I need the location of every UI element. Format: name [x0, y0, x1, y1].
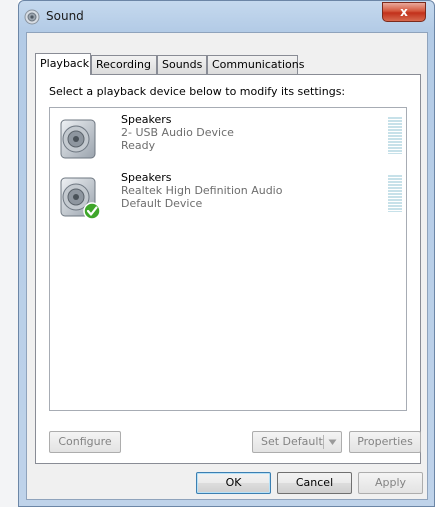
set-default-label: Set Default: [261, 435, 323, 448]
device-status: Default Device: [121, 197, 203, 210]
device-item[interactable]: Speakers Realtek High Definition Audio D…: [50, 169, 406, 225]
speaker-icon: [60, 119, 96, 159]
dialog-client-area: Playback Recording Sounds Communications…: [26, 32, 428, 500]
device-item[interactable]: Speakers 2- USB Audio Device Ready: [50, 111, 406, 167]
properties-button[interactable]: Properties: [349, 431, 421, 453]
instruction-text: Select a playback device below to modify…: [49, 85, 346, 98]
desktop-background: [0, 0, 18, 507]
playback-panel: Select a playback device below to modify…: [35, 74, 421, 464]
set-default-button[interactable]: Set Default: [252, 431, 342, 453]
tab-communications[interactable]: Communications: [207, 55, 304, 74]
split-separator: [323, 435, 324, 449]
volume-level-meter: [388, 175, 402, 212]
device-description: 2- USB Audio Device: [121, 126, 234, 139]
window-title: Sound: [46, 9, 84, 23]
tab-playback[interactable]: Playback: [35, 53, 91, 75]
volume-level-meter: [388, 117, 402, 154]
speaker-icon: [60, 177, 101, 220]
apply-button[interactable]: Apply: [358, 472, 423, 494]
close-icon: x: [400, 5, 408, 19]
title-bar[interactable]: Sound x: [19, 1, 434, 33]
default-device-check-icon: [83, 202, 101, 220]
device-name: Speakers: [121, 171, 172, 184]
cancel-button[interactable]: Cancel: [277, 472, 352, 494]
ok-button[interactable]: OK: [196, 472, 271, 494]
configure-button[interactable]: Configure: [49, 431, 121, 453]
device-list[interactable]: Speakers 2- USB Audio Device Ready Speak…: [49, 107, 407, 411]
device-name: Speakers: [121, 113, 172, 126]
sound-dialog: Sound x Playback Recording Sounds Commun…: [18, 0, 435, 507]
device-status: Ready: [121, 139, 156, 152]
device-description: Realtek High Definition Audio: [121, 184, 283, 197]
chevron-down-icon[interactable]: [328, 439, 337, 446]
close-button[interactable]: x: [382, 2, 426, 22]
sound-app-icon: [24, 9, 40, 25]
tab-recording[interactable]: Recording: [91, 55, 157, 74]
tab-sounds[interactable]: Sounds: [157, 55, 207, 74]
